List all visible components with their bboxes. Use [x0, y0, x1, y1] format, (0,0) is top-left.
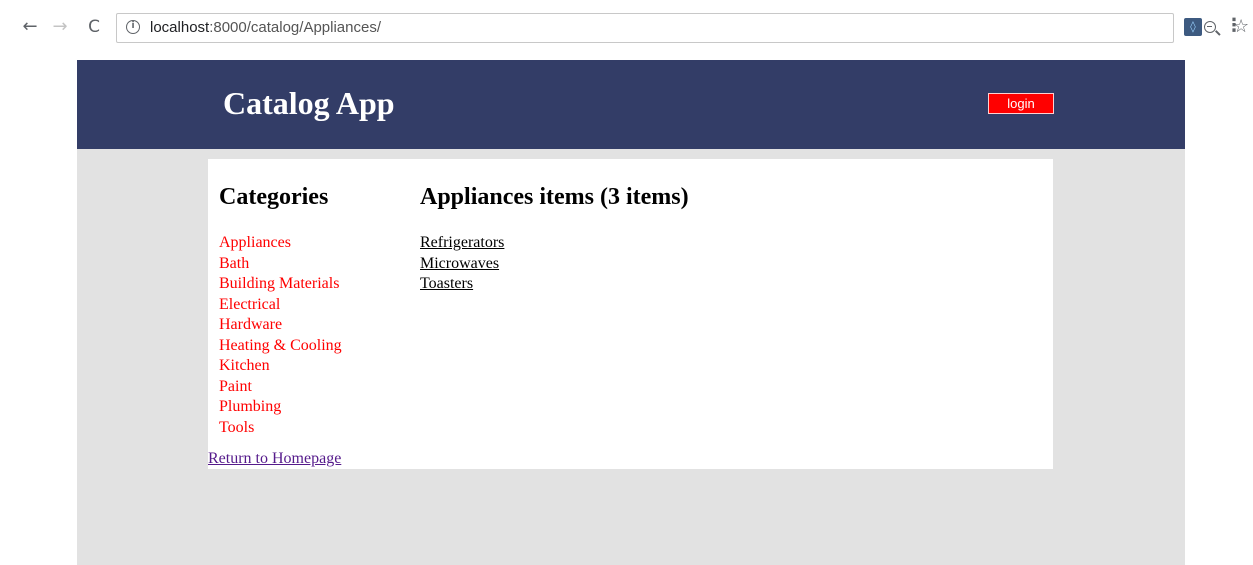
items-heading: Appliances items (3 items)	[420, 184, 689, 210]
forward-arrow-icon[interactable]: →	[50, 17, 70, 37]
category-link-bath[interactable]: Bath	[219, 254, 342, 275]
url-path: :8000/catalog/Appliances/	[209, 19, 381, 36]
category-link-paint[interactable]: Paint	[219, 377, 342, 398]
url-host: localhost	[150, 19, 210, 36]
browser-menu-icon[interactable]: ⋮	[1225, 16, 1243, 36]
address-bar[interactable]: i localhost:8000/catalog/Appliances/ ☆	[116, 13, 1249, 43]
category-link-building-materials[interactable]: Building Materials	[219, 274, 342, 295]
category-link-tools[interactable]: Tools	[219, 418, 342, 439]
category-link-plumbing[interactable]: Plumbing	[219, 397, 342, 418]
category-link-heating-cooling[interactable]: Heating & Cooling	[219, 336, 342, 357]
item-link-toasters[interactable]: Toasters	[420, 274, 504, 295]
app-title[interactable]: Catalog App	[223, 85, 395, 122]
zoom-icon[interactable]	[1204, 21, 1216, 33]
app-header: Catalog App login	[77, 60, 1185, 149]
categories-heading: Categories	[219, 184, 329, 210]
item-link-refrigerators[interactable]: Refrigerators	[420, 233, 504, 254]
category-list: Appliances Bath Building Materials Elect…	[219, 233, 342, 438]
category-link-hardware[interactable]: Hardware	[219, 315, 342, 336]
content-panel: Categories Appliances Bath Building Mate…	[208, 159, 1053, 469]
category-link-electrical[interactable]: Electrical	[219, 295, 342, 316]
info-icon[interactable]: i	[126, 20, 140, 34]
page-body: Catalog App login Categories Appliances …	[77, 60, 1185, 565]
category-link-kitchen[interactable]: Kitchen	[219, 356, 342, 377]
login-button[interactable]: login	[988, 93, 1054, 114]
url-text[interactable]: localhost:8000/catalog/Appliances/	[150, 19, 381, 36]
item-list: Refrigerators Microwaves Toasters	[420, 233, 504, 295]
reload-icon[interactable]: C	[84, 17, 104, 37]
back-arrow-icon[interactable]: ←	[20, 17, 40, 37]
browser-toolbar: ← → C i localhost:8000/catalog/Appliance…	[0, 0, 1253, 60]
item-link-microwaves[interactable]: Microwaves	[420, 254, 504, 275]
category-link-appliances[interactable]: Appliances	[219, 233, 342, 254]
return-to-homepage-link[interactable]: Return to Homepage	[208, 449, 341, 469]
extension-icon[interactable]: ◊	[1184, 18, 1202, 36]
